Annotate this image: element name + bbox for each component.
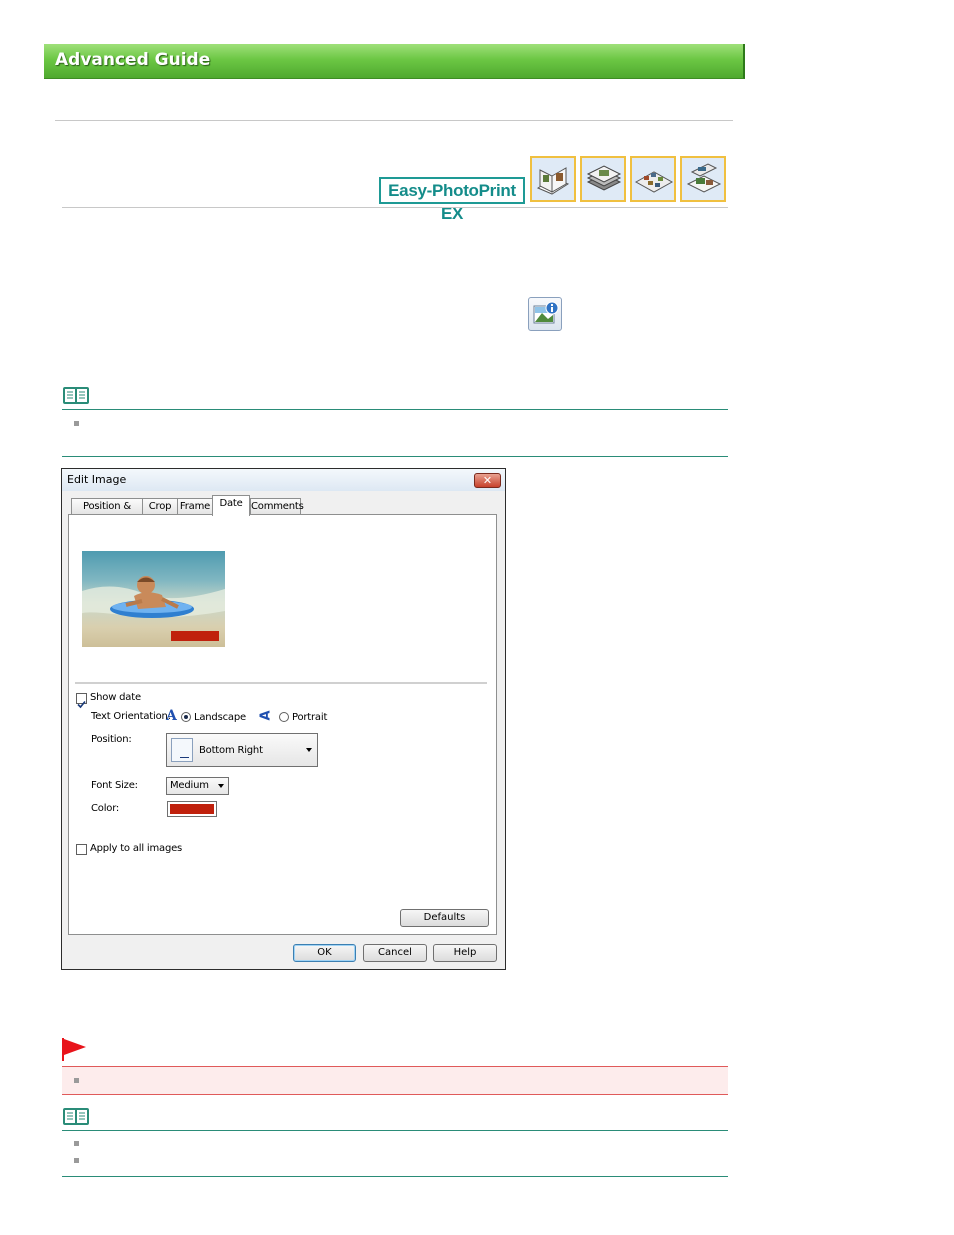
position-preview-icon xyxy=(171,738,193,762)
date-tab-panel: Show date Text Orientation: A Landscape … xyxy=(68,514,497,935)
landscape-a-icon: A xyxy=(166,708,177,724)
note-bottom-rule xyxy=(62,1176,728,1177)
list-bullet xyxy=(74,421,79,426)
preview-image xyxy=(82,551,225,647)
edit-image-dialog: Edit Image ✕ Position & Size Crop Frame … xyxy=(61,468,506,970)
tab-date[interactable]: Date xyxy=(212,495,250,516)
note-top-rule xyxy=(62,409,728,410)
cancel-button[interactable]: Cancel xyxy=(363,944,427,962)
landscape-radio[interactable] xyxy=(181,712,191,722)
image-info-icon[interactable] xyxy=(528,297,562,331)
list-bullet xyxy=(74,1078,79,1083)
dialog-title-bar: Edit Image ✕ xyxy=(62,469,505,491)
position-value: Bottom Right xyxy=(199,745,263,756)
portrait-a-icon: A xyxy=(258,710,274,721)
color-button[interactable] xyxy=(167,801,217,817)
font-size-label: Font Size: xyxy=(91,780,138,791)
note-bottom-rule xyxy=(62,456,728,457)
panel-separator xyxy=(75,682,487,685)
font-size-select[interactable]: Medium xyxy=(166,777,229,795)
list-bullet xyxy=(74,1141,79,1146)
list-bullet xyxy=(74,1158,79,1163)
note-book-icon xyxy=(62,385,90,409)
stickers-icon[interactable] xyxy=(630,156,676,202)
position-dropdown[interactable]: Bottom Right xyxy=(166,733,318,767)
show-date-checkbox[interactable] xyxy=(76,693,87,709)
important-box xyxy=(62,1066,728,1095)
dialog-title: Edit Image xyxy=(67,473,127,486)
defaults-button[interactable]: Defaults xyxy=(400,909,489,927)
position-label: Position: xyxy=(91,734,132,745)
note-book-icon xyxy=(62,1106,90,1130)
tab-position-size[interactable]: Position & Size xyxy=(71,498,143,528)
text-orientation-label: Text Orientation: xyxy=(91,711,171,722)
tab-crop[interactable]: Crop xyxy=(142,498,178,515)
top-divider xyxy=(55,120,733,121)
color-label: Color: xyxy=(91,803,120,814)
landscape-label: Landscape xyxy=(194,712,246,723)
product-badge: Easy-PhotoPrint EX xyxy=(379,177,525,223)
portrait-label: Portrait xyxy=(292,712,328,723)
section-divider xyxy=(62,207,728,208)
album-icon[interactable] xyxy=(530,156,576,202)
help-button[interactable]: Help xyxy=(433,944,497,962)
advanced-guide-banner: Advanced Guide xyxy=(44,44,745,79)
note-top-rule xyxy=(62,1130,728,1131)
apply-all-label: Apply to all images xyxy=(90,843,183,854)
close-button[interactable]: ✕ xyxy=(474,473,501,488)
product-name: Easy-PhotoPrint EX xyxy=(388,181,516,223)
date-stamp-bar xyxy=(171,631,219,641)
tab-comments[interactable]: Comments xyxy=(250,498,304,515)
ok-button[interactable]: OK xyxy=(293,944,356,962)
color-swatch xyxy=(170,804,214,814)
tab-frame[interactable]: Frame xyxy=(177,498,213,515)
chevron-down-icon xyxy=(218,784,224,788)
chevron-down-icon xyxy=(306,748,312,752)
show-date-label: Show date xyxy=(90,692,141,703)
portrait-radio[interactable] xyxy=(279,712,289,722)
banner-title: Advanced Guide xyxy=(55,50,211,70)
important-flag-icon xyxy=(62,1038,88,1066)
calendar-icon[interactable] xyxy=(580,156,626,202)
layout-print-icon[interactable] xyxy=(680,156,726,202)
apply-all-checkbox[interactable] xyxy=(76,844,87,855)
font-size-value: Medium xyxy=(170,780,209,791)
